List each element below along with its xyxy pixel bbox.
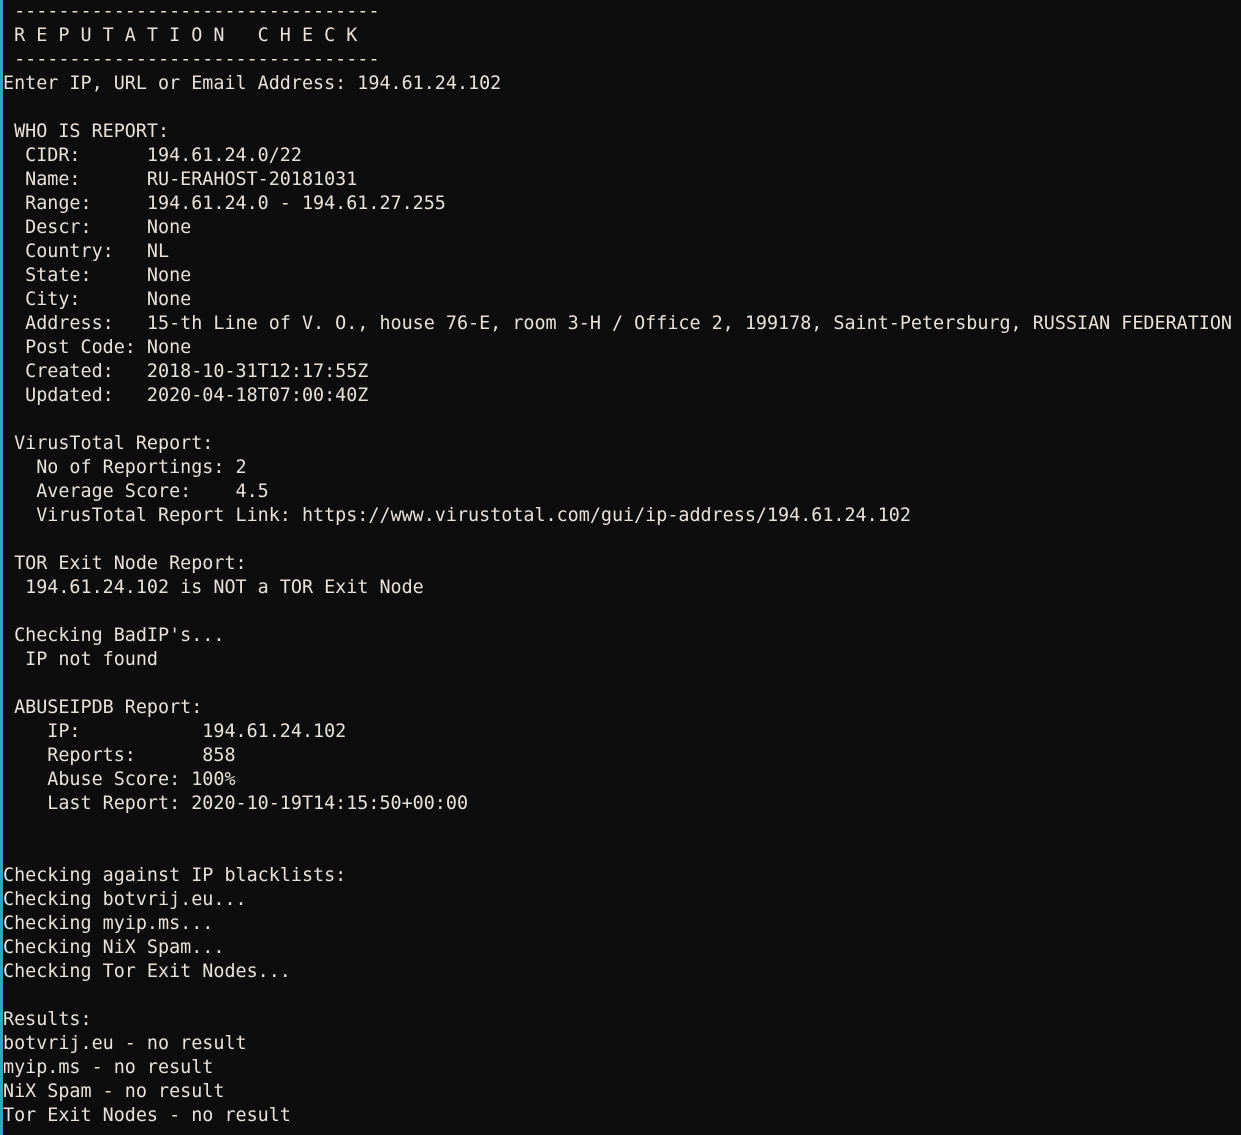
console-line: IP: 194.61.24.102 (3, 721, 347, 742)
console-line: --------------------------------- (3, 49, 380, 70)
console-line: Address: 15-th Line of V. O., house 76-E… (3, 313, 1233, 334)
console-line: CIDR: 194.61.24.0/22 (3, 145, 302, 166)
console-line: TOR Exit Node Report: (3, 553, 247, 574)
console-line: Name: RU-ERAHOST-20181031 (3, 169, 358, 190)
console-line: Checking myip.ms... (3, 913, 214, 934)
console-line: --------------------------------- (3, 1, 380, 22)
console-line: Checking against IP blacklists: (3, 865, 347, 886)
console-line: Checking BadIP's... (3, 625, 225, 646)
console-line: VirusTotal Report Link: https://www.viru… (3, 505, 911, 526)
console-line: Created: 2018-10-31T12:17:55Z (3, 361, 369, 382)
console-line: No of Reportings: 2 (3, 457, 247, 478)
console-line: Updated: 2020-04-18T07:00:40Z (3, 385, 369, 406)
console-line: Checking botvrij.eu... (3, 889, 247, 910)
console-line: myip.ms - no result (3, 1057, 214, 1078)
console-line: WHO IS REPORT: (3, 121, 170, 142)
console-line: ABUSEIPDB Report: (3, 697, 203, 718)
console-line: Enter IP, URL or Email Address: 194.61.2… (3, 73, 502, 94)
console-output[interactable]: --------------------------------- R E P … (3, 0, 1241, 1128)
console-line: Post Code: None (3, 337, 192, 358)
console-line: Last Report: 2020-10-19T14:15:50+00:00 (3, 793, 469, 814)
console-line: botvrij.eu - no result (3, 1033, 247, 1054)
console-line: NiX Spam - no result (3, 1081, 225, 1102)
console-line: 194.61.24.102 is NOT a TOR Exit Node (3, 577, 424, 598)
console-line: Abuse Score: 100% (3, 769, 236, 790)
terminal-screen[interactable]: --------------------------------- R E P … (3, 0, 1241, 1135)
terminal-window: --------------------------------- R E P … (0, 0, 1241, 1135)
console-line: VirusTotal Report: (3, 433, 214, 454)
console-line: R E P U T A T I O N C H E C K (3, 25, 358, 46)
console-line: Descr: None (3, 217, 192, 238)
console-line: Range: 194.61.24.0 - 194.61.27.255 (3, 193, 446, 214)
console-line: State: None (3, 265, 192, 286)
console-line: Country: NL (3, 241, 170, 262)
window-edge-accent (0, 0, 3, 1135)
console-line: Checking NiX Spam... (3, 937, 225, 958)
console-line: Reports: 858 (3, 745, 236, 766)
console-line: City: None (3, 289, 192, 310)
console-line: IP not found (3, 649, 159, 670)
console-line: Checking Tor Exit Nodes... (3, 961, 291, 982)
console-line: Results: (3, 1009, 92, 1030)
console-line: Tor Exit Nodes - no result (3, 1105, 291, 1126)
console-line: Average Score: 4.5 (3, 481, 269, 502)
